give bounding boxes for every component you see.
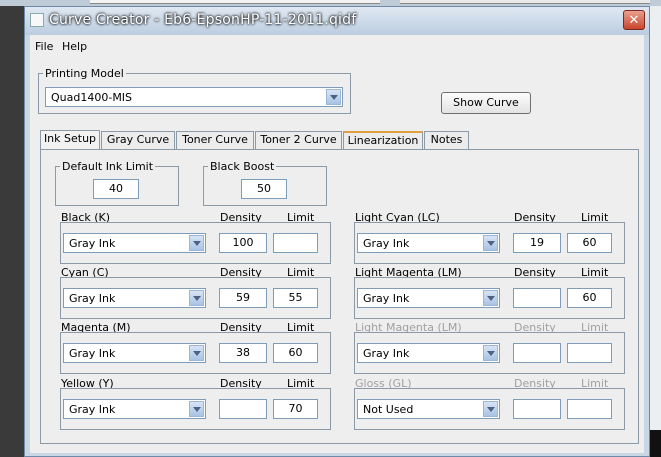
tab-notes[interactable]: Notes xyxy=(424,131,469,149)
app-icon xyxy=(30,13,44,27)
chevron-down-icon[interactable] xyxy=(483,401,498,417)
channel-3-limit-input[interactable]: 60 xyxy=(567,288,612,308)
channel-0-limit-input[interactable] xyxy=(273,233,318,253)
ink-setup-panel: Default Ink Limit 40 Black Boost 50 Blac… xyxy=(40,149,639,444)
menu-help[interactable]: Help xyxy=(62,40,87,53)
chevron-down-icon[interactable] xyxy=(326,89,341,105)
channel-1-ink-value: Gray Ink xyxy=(363,237,410,250)
channel-6-density-input[interactable] xyxy=(219,399,267,419)
default-ink-limit-label: Default Ink Limit xyxy=(62,160,154,173)
channel-7-ink-select[interactable]: Not Used xyxy=(357,399,500,419)
menu-file[interactable]: File xyxy=(35,40,53,53)
printing-model-value: Quad1400-MIS xyxy=(51,91,133,104)
default-ink-limit-input[interactable]: 40 xyxy=(93,179,139,199)
channel-0-ink-value: Gray Ink xyxy=(69,237,116,250)
tab-toner-2-curve[interactable]: Toner 2 Curve xyxy=(255,131,342,149)
channel-4-ink-select[interactable]: Gray Ink xyxy=(63,343,206,363)
channel-1-limit-input[interactable]: 60 xyxy=(567,233,612,253)
printing-model-select[interactable]: Quad1400-MIS xyxy=(45,87,343,107)
channel-4-density-input[interactable]: 38 xyxy=(219,343,267,363)
channel-2-limit-input[interactable]: 55 xyxy=(273,288,318,308)
channel-6-limit-input[interactable]: 70 xyxy=(273,399,318,419)
chevron-down-icon[interactable] xyxy=(483,345,498,361)
chevron-down-icon[interactable] xyxy=(189,345,204,361)
channel-5-limit-input[interactable] xyxy=(567,343,612,363)
window-client: File Help Printing Model Quad1400-MIS Sh… xyxy=(30,35,644,453)
black-boost-label: Black Boost xyxy=(210,160,275,173)
channel-7-density-input[interactable] xyxy=(513,399,561,419)
chevron-down-icon[interactable] xyxy=(189,401,204,417)
chevron-down-icon[interactable] xyxy=(483,235,498,251)
chevron-down-icon[interactable] xyxy=(189,235,204,251)
tab-ink-setup[interactable]: Ink Setup xyxy=(40,130,100,150)
channel-0-density-input[interactable]: 100 xyxy=(219,233,267,253)
window-title: Curve Creator - Eb6-EpsonHP-11-2011.qidf xyxy=(49,12,357,28)
channel-0-ink-select[interactable]: Gray Ink xyxy=(63,233,206,253)
background-window-edge xyxy=(400,0,650,4)
channel-1-ink-select[interactable]: Gray Ink xyxy=(357,233,500,253)
channel-6-ink-value: Gray Ink xyxy=(69,403,116,416)
channel-5-density-input[interactable] xyxy=(513,343,561,363)
channel-2-ink-value: Gray Ink xyxy=(69,292,116,305)
black-boost-input[interactable]: 50 xyxy=(241,179,287,199)
title-bar[interactable]: Curve Creator - Eb6-EpsonHP-11-2011.qidf… xyxy=(25,7,649,35)
channel-3-density-input[interactable] xyxy=(513,288,561,308)
channel-5-ink-value: Gray Ink xyxy=(363,347,410,360)
chevron-down-icon[interactable] xyxy=(189,290,204,306)
channel-2-ink-select[interactable]: Gray Ink xyxy=(63,288,206,308)
channel-4-limit-input[interactable]: 60 xyxy=(273,343,318,363)
background-window-right xyxy=(650,6,661,457)
channel-3-ink-value: Gray Ink xyxy=(363,292,410,305)
show-curve-button[interactable]: Show Curve xyxy=(441,92,531,114)
chevron-down-icon[interactable] xyxy=(483,290,498,306)
channel-6-ink-select[interactable]: Gray Ink xyxy=(63,399,206,419)
menu-bar: File Help xyxy=(30,35,644,55)
background-window-edge xyxy=(90,0,380,4)
channel-7-ink-value: Not Used xyxy=(363,403,414,416)
close-button[interactable]: ✕ xyxy=(623,10,645,30)
channel-3-ink-select[interactable]: Gray Ink xyxy=(357,288,500,308)
tab-toner-curve[interactable]: Toner Curve xyxy=(176,131,254,149)
channel-1-density-input[interactable]: 19 xyxy=(513,233,561,253)
printing-model-label: Printing Model xyxy=(45,67,124,80)
tab-linearization[interactable]: Linearization xyxy=(343,131,423,149)
curve-creator-window: Curve Creator - Eb6-EpsonHP-11-2011.qidf… xyxy=(24,6,650,457)
tab-gray-curve[interactable]: Gray Curve xyxy=(101,131,175,149)
channel-4-ink-value: Gray Ink xyxy=(69,347,116,360)
channel-2-density-input[interactable]: 59 xyxy=(219,288,267,308)
channel-5-ink-select[interactable]: Gray Ink xyxy=(357,343,500,363)
channel-7-limit-input[interactable] xyxy=(567,399,612,419)
